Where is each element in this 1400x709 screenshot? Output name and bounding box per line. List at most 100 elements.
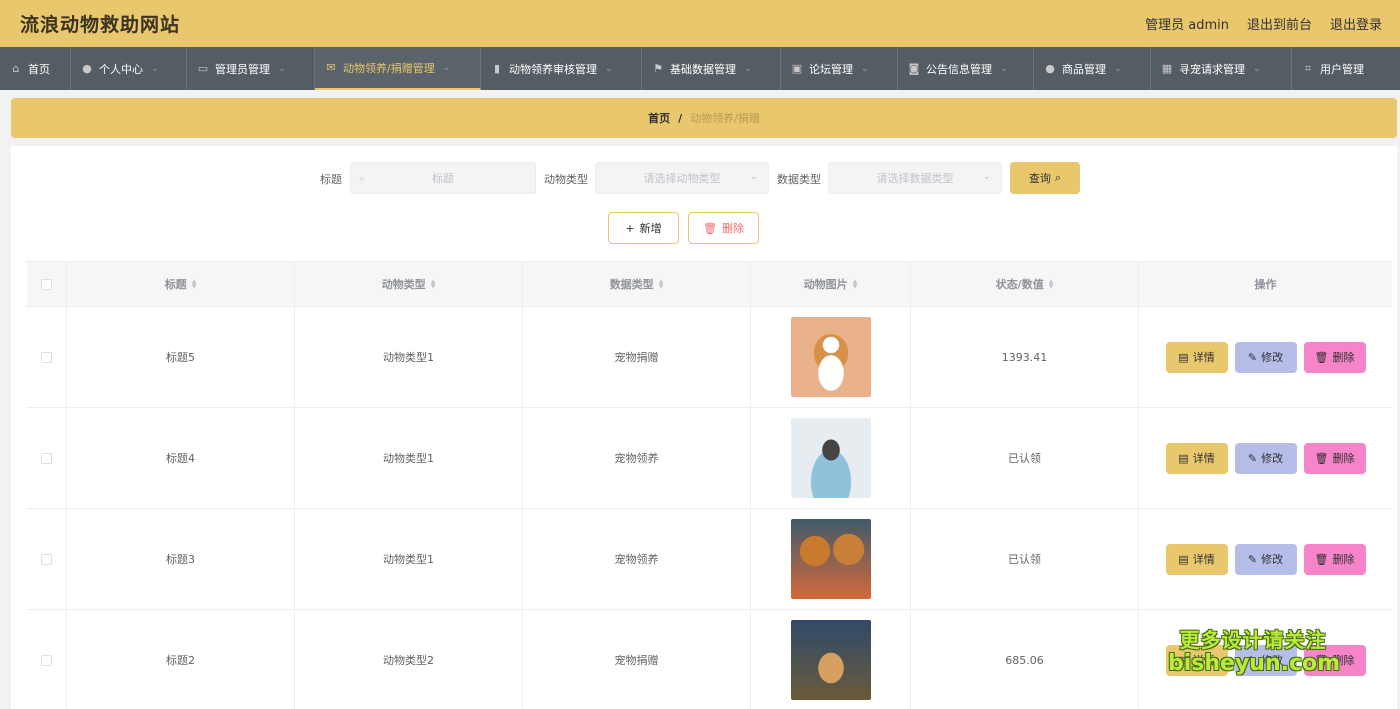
header-data-type[interactable]: 数据类型 ▲ ▼ <box>523 262 751 306</box>
pencil-icon: ✎ <box>1247 552 1258 566</box>
data-type-filter-label: 数据类型 <box>777 173 821 186</box>
animal-type-select[interactable]: 请选择动物类型 ⌄ <box>595 162 769 194</box>
nav-label: 个人中心 <box>99 62 143 76</box>
header-animal-type[interactable]: 动物类型 ▲ ▼ <box>295 262 523 306</box>
watermark: 更多设计请关注 bisheyun.com <box>1168 628 1341 676</box>
delete-label: 删除 <box>1332 553 1355 566</box>
data-type-select[interactable]: 请选择数据类型 ⌄ <box>828 162 1002 194</box>
back-to-frontend-link[interactable]: 退出到前台 <box>1247 14 1312 33</box>
add-button[interactable]: + 新增 <box>608 212 679 244</box>
cell-status: 1393.41 <box>911 307 1139 407</box>
breadcrumb-home[interactable]: 首页 <box>648 110 670 126</box>
title-filter-label: 标题 <box>320 173 342 186</box>
row-checkbox[interactable] <box>41 553 52 565</box>
row-select-cell <box>27 509 67 609</box>
sort-icon: ▲ ▼ <box>1048 278 1054 290</box>
search-icon: ⌕ <box>1054 171 1062 184</box>
chevron-down-icon: ⌄ <box>982 171 991 182</box>
cell-actions: ▤ 详情 ✎ 修改 🗑 删除 <box>1139 408 1392 508</box>
row-checkbox[interactable] <box>41 351 52 363</box>
clipboard-icon: ▣ <box>791 61 803 75</box>
edit-button[interactable]: ✎ 修改 <box>1234 543 1297 575</box>
cell-title: 标题3 <box>67 509 295 609</box>
edit-label: 修改 <box>1261 452 1284 465</box>
edit-button[interactable]: ✎ 修改 <box>1234 341 1297 373</box>
chevron-down-icon: ⌄ <box>1114 63 1122 74</box>
select-all-checkbox[interactable] <box>41 278 52 290</box>
batch-delete-button[interactable]: 🗑 删除 <box>688 212 759 244</box>
cell-animal-type: 动物类型1 <box>295 307 523 407</box>
title-search-input[interactable]: ⌕ 标题 <box>350 162 536 194</box>
chevron-down-icon: ⌄ <box>278 63 286 74</box>
grid-icon: ▦ <box>1161 61 1173 75</box>
header-title[interactable]: 标题 ▲ ▼ <box>67 262 295 306</box>
header-status[interactable]: 状态/数值 ▲ ▼ <box>911 262 1139 306</box>
mail-icon: ✉ <box>326 60 336 74</box>
pin-icon: ● <box>1045 61 1055 75</box>
cell-actions: ▤ 详情 ✎ 修改 🗑 删除 <box>1139 307 1392 407</box>
delete-button[interactable]: 🗑 删除 <box>1303 543 1366 575</box>
delete-button[interactable]: 🗑 删除 <box>1303 442 1366 474</box>
cell-title: 标题5 <box>67 307 295 407</box>
cell-photo <box>751 408 911 508</box>
pencil-icon: ✎ <box>1247 350 1258 364</box>
edit-button[interactable]: ✎ 修改 <box>1234 442 1297 474</box>
watermark-line-2: bisheyun.com <box>1168 651 1341 676</box>
nav-item-personal-center[interactable]: ● 个人中心 ⌄ <box>71 47 187 90</box>
cell-status: 已认领 <box>911 408 1139 508</box>
trash-icon: 🗑 <box>1314 451 1329 465</box>
data-type-placeholder: 请选择数据类型 <box>876 172 954 185</box>
nav-item-announcements[interactable]: ◙ 公告信息管理 ⌄ <box>898 47 1034 90</box>
detail-button[interactable]: ▤ 详情 <box>1165 442 1228 474</box>
cell-data-type: 宠物捐赠 <box>523 307 751 407</box>
chevron-down-icon: ⌄ <box>1253 63 1261 74</box>
detail-button[interactable]: ▤ 详情 <box>1165 543 1228 575</box>
add-button-label: 新增 <box>639 222 662 235</box>
chevron-down-icon: ⌄ <box>749 171 758 182</box>
cell-photo <box>751 307 911 407</box>
sort-icon: ▲ ▼ <box>852 278 858 290</box>
header-label: 动物类型 <box>381 278 426 291</box>
nav-item-products[interactable]: ● 商品管理 ⌄ <box>1034 47 1151 90</box>
watermark-line-1: 更多设计请关注 <box>1179 628 1327 652</box>
toolbar: + 新增 🗑 删除 <box>11 212 1397 244</box>
nav-item-adoption-donation[interactable]: ✉ 动物领养/捐赠管理 ⌄ <box>315 47 481 90</box>
nav-item-adoption-review[interactable]: ▮ 动物领养审核管理 ⌄ <box>481 47 642 90</box>
nav-label: 首页 <box>28 62 50 76</box>
logout-link[interactable]: 退出登录 <box>1330 14 1382 33</box>
cell-animal-type: 动物类型1 <box>295 408 523 508</box>
corgi-dog-photo[interactable] <box>790 317 871 397</box>
pomeranian-dogs-photo[interactable] <box>790 519 871 599</box>
select-all-cell <box>27 262 67 306</box>
flag-icon: ⚑ <box>653 61 663 75</box>
detail-button[interactable]: ▤ 详情 <box>1165 341 1228 373</box>
animal-type-placeholder: 请选择动物类型 <box>643 172 721 185</box>
schnauzer-dog-photo[interactable] <box>790 418 871 498</box>
nav-item-home[interactable]: ⌂ 首页 <box>0 47 71 90</box>
nav-label: 动物领养/捐赠管理 <box>343 61 435 75</box>
site-title: 流浪动物救助网站 <box>20 14 181 36</box>
home-icon: ⌂ <box>12 61 20 75</box>
delete-button[interactable]: 🗑 删除 <box>1303 341 1366 373</box>
header-label: 标题 <box>164 278 187 291</box>
trash-icon: 🗑 <box>1314 350 1329 364</box>
title-search-placeholder: 标题 <box>432 172 454 185</box>
nav-item-basic-data[interactable]: ⚑ 基础数据管理 ⌄ <box>642 47 781 90</box>
nav-item-users[interactable]: ⌗ 用户管理 <box>1292 47 1400 90</box>
table-row: 标题5 动物类型1 宠物捐赠 1393.41 ▤ 详情 ✎ 修改 🗑 删除 <box>27 307 1392 408</box>
query-button[interactable]: 查询 ⌕ <box>1010 162 1080 194</box>
header-animal-photo[interactable]: 动物图片 ▲ ▼ <box>751 262 911 306</box>
detail-label: 详情 <box>1192 452 1215 465</box>
search-form: 标题 ⌕ 标题 动物类型 请选择动物类型 ⌄ 数据类型 请选择数据类型 ⌄ 查询… <box>11 162 1397 194</box>
nav-item-pet-search[interactable]: ▦ 寻宠请求管理 ⌄ <box>1151 47 1292 90</box>
row-checkbox[interactable] <box>41 452 52 464</box>
shiba-dog-photo[interactable] <box>790 620 871 700</box>
camera-icon: ◙ <box>908 61 920 75</box>
nav-item-admin-management[interactable]: ▭ 管理员管理 ⌄ <box>187 47 315 90</box>
row-checkbox[interactable] <box>41 654 52 666</box>
nav-item-forum[interactable]: ▣ 论坛管理 ⌄ <box>781 47 898 90</box>
nav-label: 论坛管理 <box>809 62 853 76</box>
animal-type-filter-label: 动物类型 <box>544 173 588 186</box>
nav-label: 管理员管理 <box>215 62 270 76</box>
crop-icon: ⌗ <box>1304 61 1312 75</box>
